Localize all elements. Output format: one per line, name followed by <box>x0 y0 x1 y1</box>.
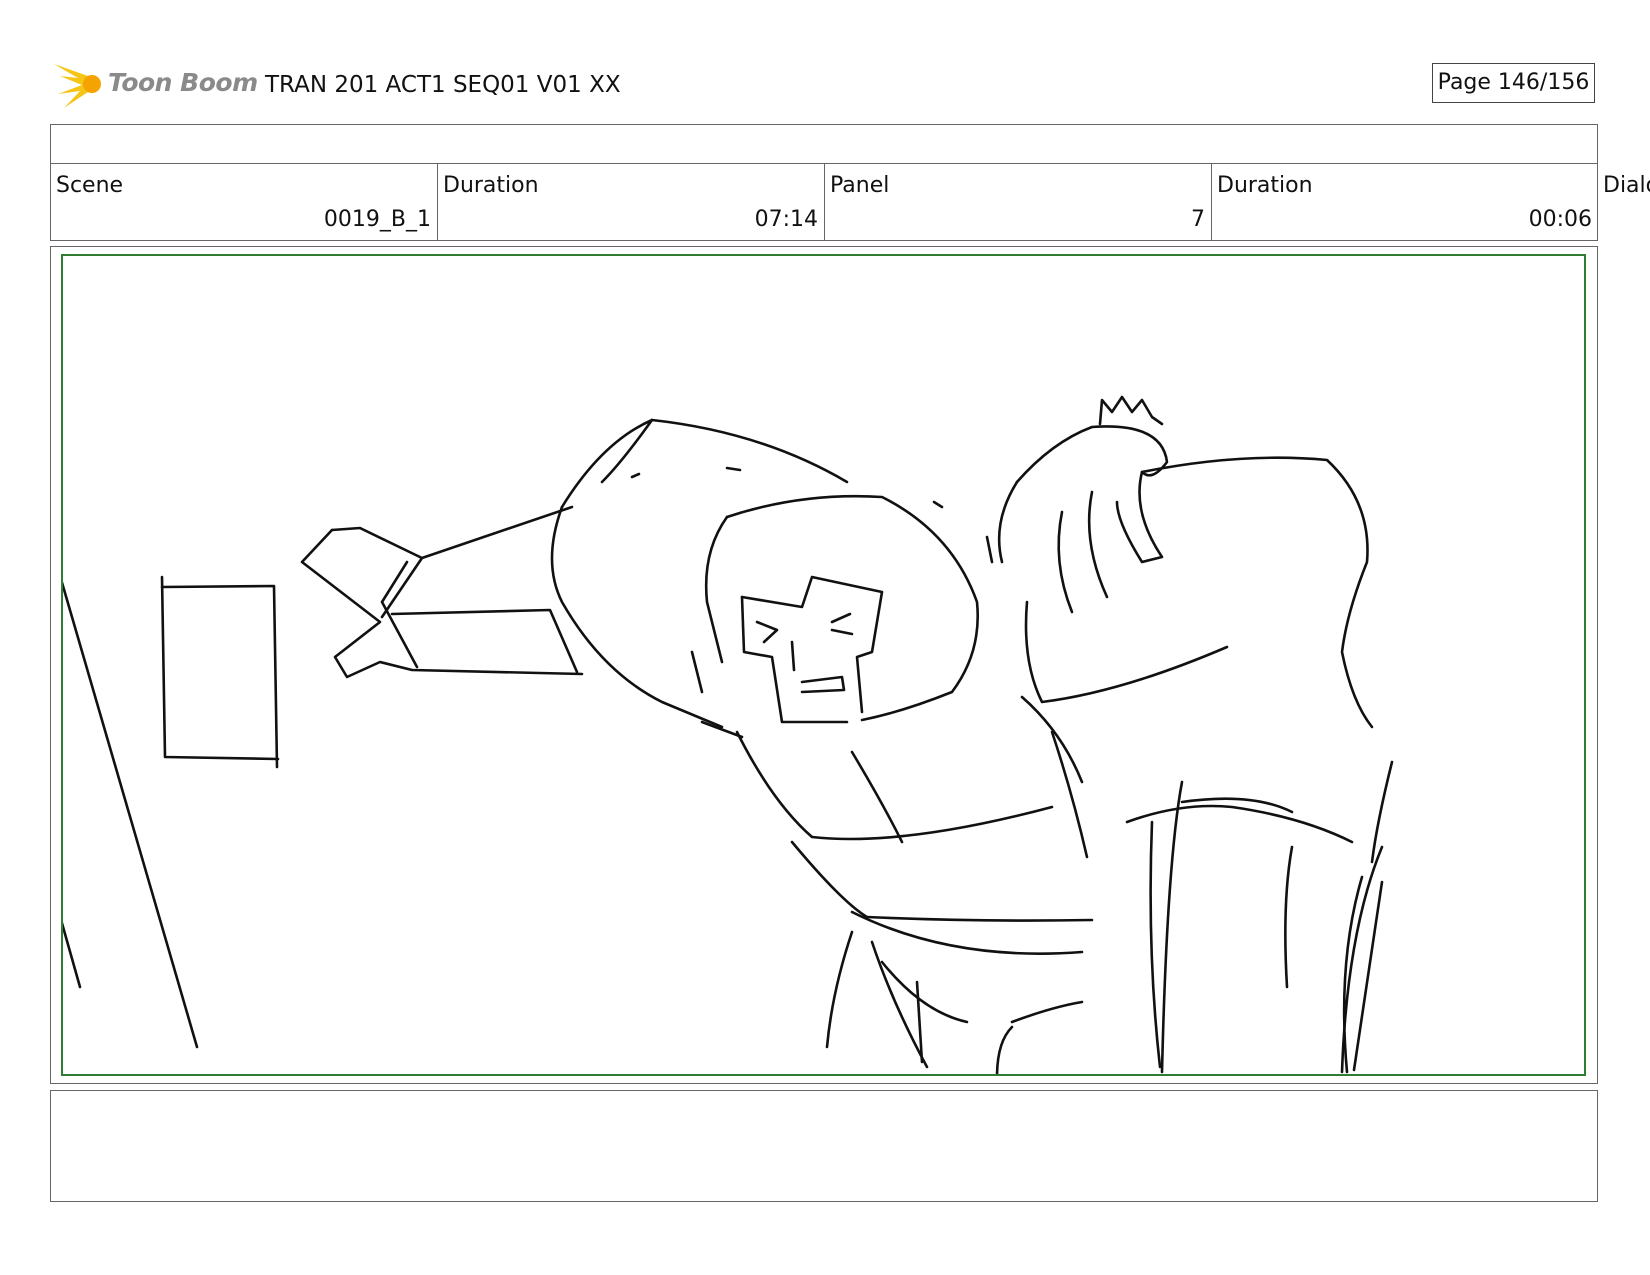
logo-text: Toon Boom <box>108 68 258 97</box>
toon-boom-logo: Toon Boom <box>52 58 258 112</box>
scene-value: 0019_B_1 <box>323 207 431 232</box>
toon-boom-burst-icon <box>54 64 101 108</box>
panel-label: Panel <box>830 173 890 198</box>
notes-box <box>50 1090 1598 1202</box>
panel-duration-label: Duration <box>1217 173 1313 198</box>
scene-duration-label: Duration <box>443 173 539 198</box>
panel-cell: Panel 7 <box>825 163 1212 240</box>
panel-value: 7 <box>1191 207 1205 232</box>
page-number: Page 146/156 <box>1432 63 1595 103</box>
scene-duration-cell: Duration 07:14 <box>438 163 825 240</box>
panel-duration-cell: Duration 00:06 <box>1212 163 1598 240</box>
panel-duration-value: 00:06 <box>1528 207 1592 232</box>
storyboard-sketch-icon <box>63 395 1394 1074</box>
scene-cell: Scene 0019_B_1 <box>51 163 438 240</box>
scene-duration-value: 07:14 <box>754 207 818 232</box>
scene-label: Scene <box>56 173 124 198</box>
scene-info-row: Scene 0019_B_1 Duration 07:14 Panel 7 Du… <box>50 163 1598 241</box>
document-title: TRAN 201 ACT1 SEQ01 V01 XX <box>265 72 621 98</box>
header-blank-row <box>50 124 1598 164</box>
panel-image <box>61 254 1586 1076</box>
dialog-label: Dialo <box>1603 173 1650 198</box>
